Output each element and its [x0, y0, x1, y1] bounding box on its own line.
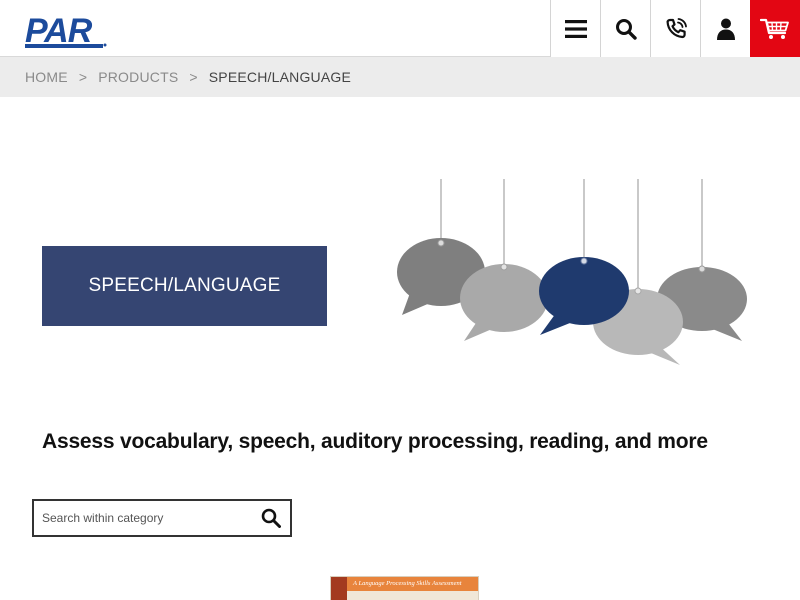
breadcrumb-separator: > [78, 69, 88, 85]
cart-button[interactable] [750, 0, 800, 57]
search-icon [615, 18, 637, 40]
user-icon [716, 18, 735, 40]
account-button[interactable] [700, 0, 750, 57]
product-cover-text: A Language Processing Skills Assessment [353, 580, 462, 587]
breadcrumb-current: SPEECH/LANGUAGE [208, 69, 352, 85]
category-search-input[interactable] [34, 501, 252, 535]
speech-bubble [460, 263, 548, 341]
category-tagline: Assess vocabulary, speech, auditory proc… [42, 430, 708, 453]
category-search-button[interactable] [252, 501, 290, 535]
category-title: SPEECH/LANGUAGE [88, 275, 281, 296]
cart-icon [760, 18, 789, 39]
search-icon [261, 508, 281, 528]
contact-button[interactable] [650, 0, 700, 57]
breadcrumb-separator: > [189, 69, 198, 85]
menu-button[interactable] [550, 0, 600, 57]
product-thumbnail[interactable]: A Language Processing Skills Assessment [330, 576, 479, 600]
phone-icon [666, 17, 687, 38]
breadcrumb: HOME > PRODUCTS > SPEECH/LANGUAGE [0, 57, 800, 97]
category-banner: SPEECH/LANGUAGE [42, 246, 327, 326]
breadcrumb-products[interactable]: PRODUCTS [98, 69, 178, 85]
search-button[interactable] [600, 0, 650, 57]
category-search [32, 499, 292, 537]
menu-icon [564, 19, 587, 38]
breadcrumb-home[interactable]: HOME [25, 69, 68, 85]
par-logo[interactable]: PAR [25, 12, 107, 50]
speech-bubbles-illustration [397, 179, 747, 365]
header-nav [550, 0, 800, 57]
product-cover-strip [331, 577, 347, 600]
site-header: PAR [0, 0, 800, 57]
